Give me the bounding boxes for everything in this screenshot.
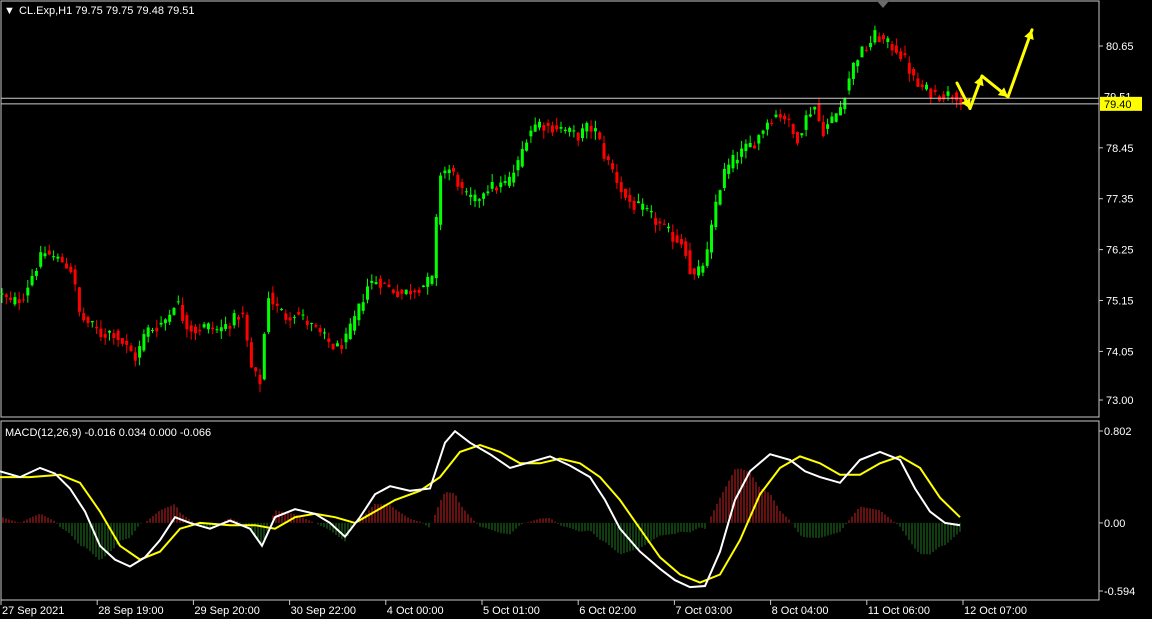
candle [262,332,266,381]
candle [172,307,176,316]
macd-tick-label: 0.802 [1104,426,1132,438]
macd-tick-label: 0.00 [1104,518,1125,530]
price-tick-label: 80.65 [1106,41,1134,53]
time-tick-label: 30 Sep 22:00 [291,605,356,617]
macd-tick-label: -0.594 [1104,586,1135,598]
price-tick-label: 76.25 [1106,245,1134,257]
candle [860,46,864,58]
time-tick-label: 5 Oct 01:00 [483,605,540,617]
time-tick-label: 29 Sep 20:00 [194,605,259,617]
price-tick-label: 75.15 [1106,296,1134,308]
price-tick-label: 78.45 [1106,143,1134,155]
time-tick-label: 28 Sep 19:00 [98,605,163,617]
time-tick-label: 8 Oct 04:00 [772,605,829,617]
dropdown-icon[interactable]: ▼ [4,5,15,17]
macd-header: MACD(12,26,9) -0.016 0.034 0.000 -0.066 [5,427,211,439]
time-tick-label: 27 Sep 2021 [2,605,64,617]
candle [834,113,838,123]
time-tick-label: 4 Oct 00:00 [387,605,444,617]
time-tick-label: 11 Oct 06:00 [868,605,930,617]
time-tick-label: 7 Oct 03:00 [675,605,732,617]
candle [434,214,438,287]
price-tick-label: 77.35 [1106,194,1134,206]
candle [439,172,443,231]
candle [718,189,722,206]
price-tick-label: 74.05 [1106,346,1134,358]
current-price-label: 79.40 [1104,99,1132,111]
symbol-header: CL.Exp,H1 79.75 79.75 79.48 79.51 [19,5,195,17]
trading-chart[interactable]: 79.5179.40 80.6578.4577.3576.2575.1574.0… [0,0,1152,619]
price-tick-label: 73.00 [1106,395,1134,407]
time-tick-label: 6 Oct 02:00 [579,605,636,617]
time-tick-label: 12 Oct 07:00 [964,605,1027,617]
